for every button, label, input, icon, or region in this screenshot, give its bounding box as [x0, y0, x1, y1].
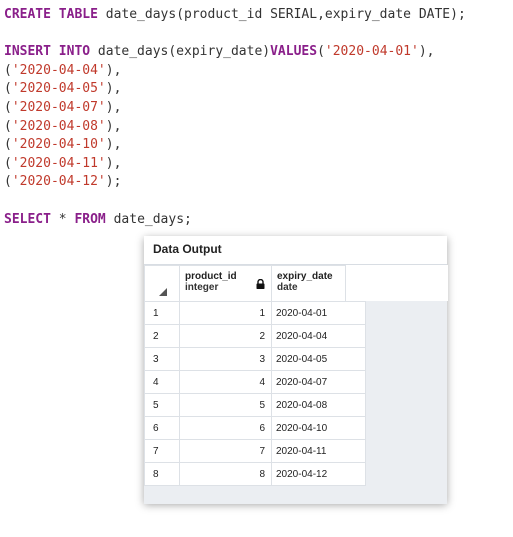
sql-text: ( [4, 118, 12, 134]
sql-text: ( [4, 62, 12, 78]
row-number[interactable]: 7 [144, 439, 180, 463]
result-grid-area[interactable]: product_id integer expiry_date date 1 1 … [144, 264, 448, 504]
code-line[interactable]: ('2020-04-05'), [4, 80, 121, 98]
row-header-corner[interactable] [144, 265, 180, 302]
product-id-cell[interactable]: 2 [179, 324, 272, 348]
sql-keyword: VALUES [270, 44, 318, 60]
sql-text: ( [4, 81, 12, 97]
table-row[interactable]: 1 1 2020-04-01 [144, 301, 366, 325]
sql-text: ( [4, 174, 12, 190]
sql-keyword: CREATE TABLE [4, 7, 98, 22]
sql-text: ); [105, 174, 122, 190]
panel-title: Data Output [153, 242, 222, 256]
row-number[interactable]: 8 [144, 462, 180, 486]
sql-string: '2020-04-08' [11, 118, 106, 134]
data-output-panel: Data Output product_id integer expiry_da… [144, 236, 448, 504]
expiry-date-cell[interactable]: 2020-04-04 [271, 324, 366, 348]
product-id-cell[interactable]: 8 [179, 462, 272, 486]
sql-text: ), [418, 44, 435, 60]
header-filler [345, 265, 448, 301]
code-line[interactable]: INSERT INTO date_days(expiry_date)VALUES… [4, 43, 434, 61]
sql-string: '2020-04-01' [324, 44, 419, 60]
product-id-cell[interactable]: 6 [179, 416, 272, 440]
code-line[interactable]: ('2020-04-08'), [4, 118, 121, 136]
row-number[interactable]: 2 [144, 324, 180, 348]
sql-string: '2020-04-05' [11, 81, 106, 97]
expiry-date-cell[interactable]: 2020-04-01 [271, 301, 366, 325]
sql-text: ), [105, 62, 122, 78]
code-line[interactable]: ('2020-04-07'), [4, 99, 121, 117]
expiry-date-cell[interactable]: 2020-04-07 [271, 370, 366, 394]
sql-text: ), [105, 118, 122, 134]
sql-text: ), [105, 155, 122, 171]
sql-text: date_days(expiry_date) [90, 44, 271, 60]
row-number[interactable]: 6 [144, 416, 180, 440]
sql-keyword: SELECT [4, 211, 51, 227]
sql-text: ), [105, 100, 122, 115]
result-grid[interactable]: product_id integer expiry_date date 1 1 … [144, 265, 366, 486]
expiry-date-cell[interactable]: 2020-04-05 [271, 347, 366, 371]
row-number[interactable]: 3 [144, 347, 180, 371]
code-line[interactable]: ('2020-04-11'), [4, 155, 121, 173]
expiry-date-cell[interactable]: 2020-04-10 [271, 416, 366, 440]
sql-keyword: FROM [74, 211, 106, 227]
sql-text: ( [317, 44, 325, 60]
product-id-cell[interactable]: 5 [179, 393, 272, 417]
sql-string: '2020-04-12' [11, 174, 106, 190]
sql-string: '2020-04-10' [11, 137, 106, 153]
code-line[interactable]: SELECT * FROM date_days; [4, 211, 192, 229]
sql-string: '2020-04-04' [11, 62, 106, 78]
product-id-cell[interactable]: 1 [179, 301, 272, 325]
sql-text: date_days; [105, 211, 192, 227]
expiry-date-cell[interactable]: 2020-04-08 [271, 393, 366, 417]
lock-icon [256, 279, 265, 289]
sql-text: ( [4, 155, 12, 171]
expiry-date-cell[interactable]: 2020-04-12 [271, 462, 366, 486]
sql-text: ), [105, 137, 122, 153]
sql-text: ( [4, 137, 12, 153]
sql-text: ( [4, 100, 12, 115]
code-line[interactable]: ('2020-04-10'), [4, 136, 121, 154]
table-row[interactable]: 3 3 2020-04-05 [144, 347, 366, 371]
expiry-date-cell[interactable]: 2020-04-11 [271, 439, 366, 463]
table-row[interactable]: 6 6 2020-04-10 [144, 416, 366, 440]
product-id-cell[interactable]: 4 [179, 370, 272, 394]
column-header-product-id[interactable]: product_id integer [179, 265, 272, 302]
code-line[interactable]: ('2020-04-12'); [4, 173, 121, 191]
sql-text: * [50, 211, 75, 227]
sql-string: '2020-04-11' [11, 155, 106, 171]
table-row[interactable]: 7 7 2020-04-11 [144, 439, 366, 463]
sql-text: date_days(product_id SERIAL,expiry_date … [97, 7, 466, 22]
row-number[interactable]: 1 [144, 301, 180, 325]
table-row[interactable]: 4 4 2020-04-07 [144, 370, 366, 394]
table-row[interactable]: 8 8 2020-04-12 [144, 462, 366, 486]
row-number[interactable]: 4 [144, 370, 180, 394]
row-number[interactable]: 5 [144, 393, 180, 417]
product-id-cell[interactable]: 3 [179, 347, 272, 371]
sql-string: '2020-04-07' [11, 100, 106, 115]
table-row[interactable]: 2 2 2020-04-04 [144, 324, 366, 348]
product-id-cell[interactable]: 7 [179, 439, 272, 463]
sort-triangle-icon [159, 288, 167, 296]
table-row[interactable]: 5 5 2020-04-08 [144, 393, 366, 417]
code-line[interactable]: ('2020-04-04'), [4, 62, 121, 80]
sql-keyword: INSERT INTO [4, 44, 91, 60]
sql-text: ), [105, 81, 122, 97]
code-line[interactable]: CREATE TABLE date_days(product_id SERIAL… [4, 6, 466, 24]
